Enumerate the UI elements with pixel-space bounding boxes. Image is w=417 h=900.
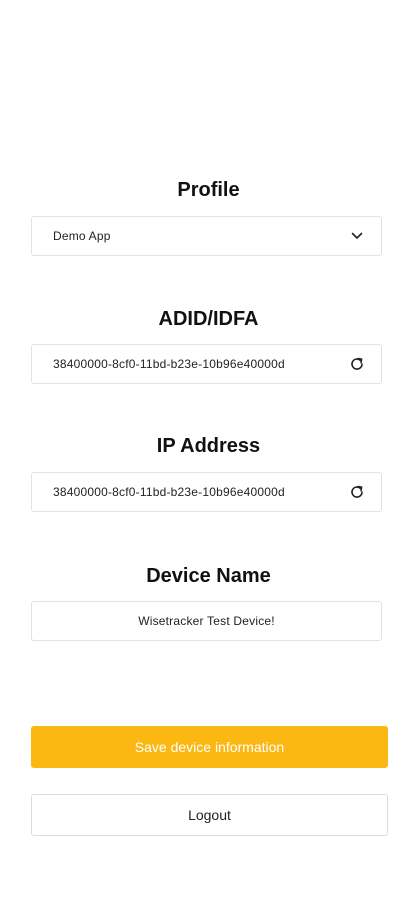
device-name-value: Wisetracker Test Device! xyxy=(138,614,275,628)
chevron-down-icon xyxy=(347,226,367,246)
adid-field: 38400000-8cf0-11bd-b23e-10b96e40000d xyxy=(31,344,382,384)
logout-button[interactable]: Logout xyxy=(31,794,388,836)
profile-selected-value: Demo App xyxy=(53,229,111,243)
save-device-button[interactable]: Save device information xyxy=(31,726,388,768)
ip-address-title: IP Address xyxy=(156,435,261,457)
device-name-input[interactable]: Wisetracker Test Device! xyxy=(31,601,382,641)
ip-address-value: 38400000-8cf0-11bd-b23e-10b96e40000d xyxy=(53,485,285,499)
device-settings-screen: Profile Demo App ADID/IDFA 38400000-8cf0… xyxy=(0,0,417,900)
refresh-icon[interactable] xyxy=(347,482,367,502)
profile-title: Profile xyxy=(177,179,240,201)
ip-address-field: 38400000-8cf0-11bd-b23e-10b96e40000d xyxy=(31,472,382,512)
profile-select[interactable]: Demo App xyxy=(31,216,382,256)
refresh-icon[interactable] xyxy=(347,354,367,374)
adid-value: 38400000-8cf0-11bd-b23e-10b96e40000d xyxy=(53,357,285,371)
device-name-title: Device Name xyxy=(146,565,271,587)
adid-title: ADID/IDFA xyxy=(158,308,259,330)
